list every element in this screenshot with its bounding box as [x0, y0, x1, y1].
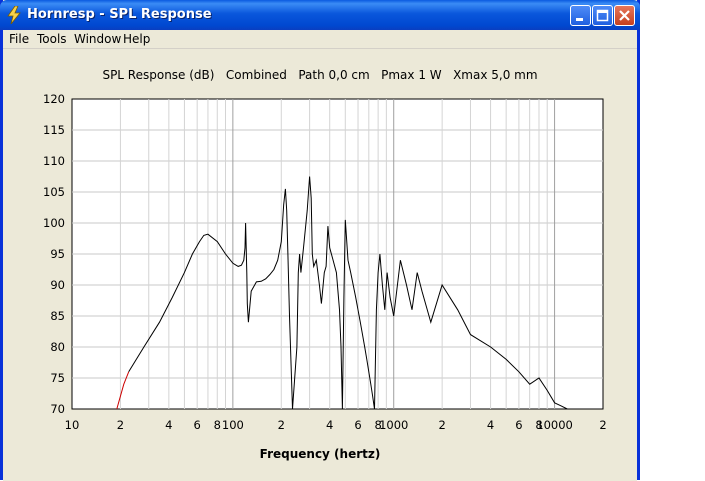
- y-tick-label: 110: [43, 154, 65, 168]
- x-tick-label: 6: [515, 418, 522, 432]
- maximize-icon: [596, 9, 609, 22]
- app-window: Hornresp - SPL Response File Tools Windo…: [0, 0, 640, 481]
- minimize-icon: [576, 18, 583, 21]
- y-tick-label: 70: [50, 402, 65, 416]
- x-tick-label: 4: [487, 418, 494, 432]
- y-tick-label: 115: [43, 123, 65, 137]
- lightning-icon: [7, 6, 21, 24]
- x-tick-label: 10: [65, 418, 80, 432]
- x-axis-title: Frequency (hertz): [259, 447, 381, 461]
- x-tick-label: 100: [222, 418, 244, 432]
- menu-window[interactable]: Window: [74, 32, 121, 46]
- x-tick-label: 4: [326, 418, 333, 432]
- menu-help[interactable]: Help: [123, 32, 150, 46]
- x-tick-label: 2: [438, 418, 445, 432]
- chart-panel: SPL Response (dB) Combined Path 0,0 cm P…: [3, 48, 637, 481]
- menu-file[interactable]: File: [9, 32, 29, 46]
- y-axis-ticks: 120 115 110 105 100 95 90 85 80 75 70: [43, 92, 65, 416]
- x-tick-label: 10000: [536, 418, 573, 432]
- y-tick-label: 90: [50, 278, 65, 292]
- y-tick-label: 85: [50, 309, 65, 323]
- x-axis-ticks: 10 2 4 6 8 100 2 4 6 81000 2 4 6 810000 2: [65, 418, 607, 432]
- maximize-button[interactable]: [592, 5, 613, 26]
- x-tick-label: 2: [117, 418, 124, 432]
- x-tick-label: 6: [194, 418, 201, 432]
- x-tick-label: 8: [214, 418, 221, 432]
- y-tick-label: 100: [43, 216, 65, 230]
- close-icon: [619, 10, 630, 21]
- minimize-button[interactable]: [570, 5, 591, 26]
- window-title: Hornresp - SPL Response: [27, 7, 212, 22]
- y-tick-label: 75: [50, 371, 65, 385]
- x-tick-label: 1000: [379, 418, 408, 432]
- y-tick-label: 105: [43, 185, 65, 199]
- menu-bar: File Tools Window Help: [3, 30, 637, 48]
- x-tick-label: 6: [354, 418, 361, 432]
- x-tick-label: 2: [278, 418, 285, 432]
- y-tick-label: 120: [43, 92, 65, 106]
- close-button[interactable]: [614, 5, 635, 26]
- title-bar[interactable]: Hornresp - SPL Response: [0, 0, 640, 30]
- y-tick-label: 95: [50, 247, 65, 261]
- y-tick-label: 80: [50, 340, 65, 354]
- spl-chart: 120115110105100959085807570 10 2 4 6 8 100 2 4 6…: [43, 92, 607, 432]
- x-tick-label: 4: [165, 418, 172, 432]
- menu-tools[interactable]: Tools: [37, 32, 67, 46]
- x-tick-label: 2: [599, 418, 606, 432]
